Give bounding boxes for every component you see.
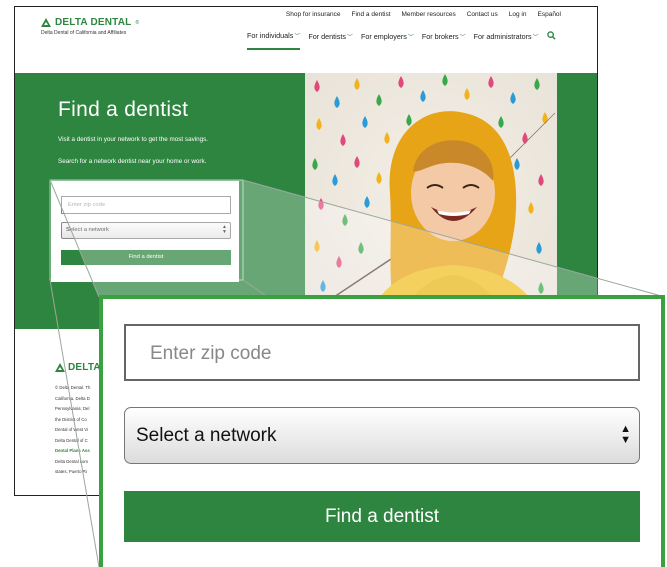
util-link-espanol[interactable]: Español bbox=[538, 11, 562, 18]
logo-wordmark: DELTA DENTAL bbox=[55, 17, 132, 28]
nav-label: For employers bbox=[360, 32, 407, 41]
nav-for-dentists[interactable]: For dentists﹀ bbox=[308, 32, 353, 49]
util-link-shop-insurance[interactable]: Shop for insurance bbox=[286, 11, 341, 18]
nav-label: For individuals bbox=[247, 31, 294, 40]
utility-nav: Shop for insurance Find a dentist Member… bbox=[286, 11, 561, 18]
zip-code-input-zoomed[interactable]: Enter zip code bbox=[124, 324, 640, 381]
hero-banner: Find a dentist Visit a dentist in your n… bbox=[15, 73, 597, 329]
nav-for-individuals[interactable]: For individuals﹀ bbox=[247, 31, 301, 50]
nav-label: For brokers bbox=[421, 32, 459, 41]
delta-dental-logo[interactable]: DELTA DENTAL ® Delta Dental of California… bbox=[41, 17, 139, 36]
search-icon[interactable] bbox=[546, 31, 556, 50]
util-link-log-in[interactable]: Log in bbox=[509, 11, 527, 18]
nav-for-employers[interactable]: For employers﹀ bbox=[361, 32, 414, 49]
delta-triangle-icon bbox=[55, 363, 65, 372]
util-link-find-dentist[interactable]: Find a dentist bbox=[351, 11, 390, 18]
footer-logo-wordmark: DELTA bbox=[68, 362, 101, 373]
nav-for-administrators[interactable]: For administrators﹀ bbox=[474, 32, 539, 49]
nav-label: For dentists bbox=[308, 32, 346, 41]
find-dentist-button[interactable]: Find a dentist bbox=[61, 250, 231, 265]
chevron-down-icon: ﹀ bbox=[459, 35, 466, 41]
network-select-value: Select a network bbox=[66, 227, 109, 233]
chevron-down-icon: ﹀ bbox=[407, 35, 414, 41]
footer-logo[interactable]: DELTA bbox=[55, 362, 101, 373]
chevron-down-icon: ﹀ bbox=[294, 34, 301, 40]
chevron-down-icon: ﹀ bbox=[532, 35, 539, 41]
network-select[interactable]: Select a network ▲ ▼ bbox=[61, 222, 231, 239]
hero-description-2: Search for a network dentist near your h… bbox=[58, 158, 207, 165]
main-nav: For individuals﹀ For dentists﹀ For emplo… bbox=[247, 31, 556, 50]
zip-code-input[interactable]: Enter zip code bbox=[61, 196, 231, 214]
network-select-zoomed[interactable]: Select a network ▲ ▼ bbox=[124, 407, 640, 464]
logo-tagline: Delta Dental of California and Affiliate… bbox=[41, 30, 127, 36]
select-arrows-icon: ▲ ▼ bbox=[620, 423, 631, 446]
dentist-search-form: Enter zip code Select a network ▲ ▼ Find … bbox=[51, 181, 239, 282]
hero-photo-child-umbrella bbox=[305, 73, 557, 329]
find-dentist-button-zoomed[interactable]: Find a dentist bbox=[124, 491, 640, 542]
util-link-contact-us[interactable]: Contact us bbox=[467, 11, 498, 18]
select-arrows-icon: ▲ ▼ bbox=[222, 224, 227, 235]
page-title: Find a dentist bbox=[58, 98, 189, 121]
nav-label: For administrators bbox=[473, 32, 532, 41]
network-select-value: Select a network bbox=[136, 425, 277, 446]
chevron-down-icon: ﹀ bbox=[346, 35, 353, 41]
trademark-symbol: ® bbox=[135, 19, 140, 26]
util-link-member-resources[interactable]: Member resources bbox=[402, 11, 456, 18]
hero-description-1: Visit a dentist in your network to get t… bbox=[58, 136, 209, 143]
nav-for-brokers[interactable]: For brokers﹀ bbox=[422, 32, 466, 49]
delta-triangle-icon bbox=[41, 18, 51, 27]
zoom-callout-panel: Enter zip code Select a network ▲ ▼ Find … bbox=[99, 295, 665, 567]
